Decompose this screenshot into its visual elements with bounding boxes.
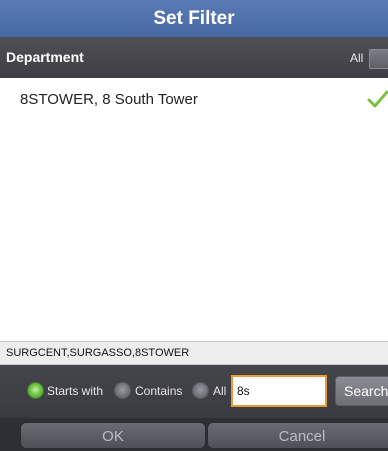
select-all-checkbox[interactable] [369,49,388,69]
ok-button[interactable]: OK [20,422,206,449]
dialog-title: Set Filter [0,0,388,37]
search-input[interactable] [231,375,327,407]
department-list: 8STOWER, 8 South Tower [0,78,388,341]
radio-starts-with-label: Starts with [47,384,104,398]
department-header: Department All [0,37,388,78]
selected-summary: SURGCENT,SURGASSO,8STOWER [0,341,388,365]
radio-all-label: All [213,384,227,398]
cancel-button[interactable]: Cancel [207,422,388,449]
dialog-buttons: OK Cancel [0,418,388,451]
all-label: All [350,51,364,65]
radio-contains[interactable] [114,382,131,399]
check-icon [367,90,388,108]
radio-contains-label: Contains [135,384,183,398]
search-button[interactable]: Search [335,376,388,406]
search-options: Starts with Contains All Search [0,365,388,418]
department-label: Department [6,49,84,65]
list-item[interactable]: 8STOWER, 8 South Tower [0,78,388,122]
radio-all[interactable] [192,382,209,399]
list-item-label: 8STOWER, 8 South Tower [20,91,198,108]
radio-starts-with[interactable] [27,382,44,399]
selected-summary-text: SURGCENT,SURGASSO,8STOWER [6,347,190,359]
